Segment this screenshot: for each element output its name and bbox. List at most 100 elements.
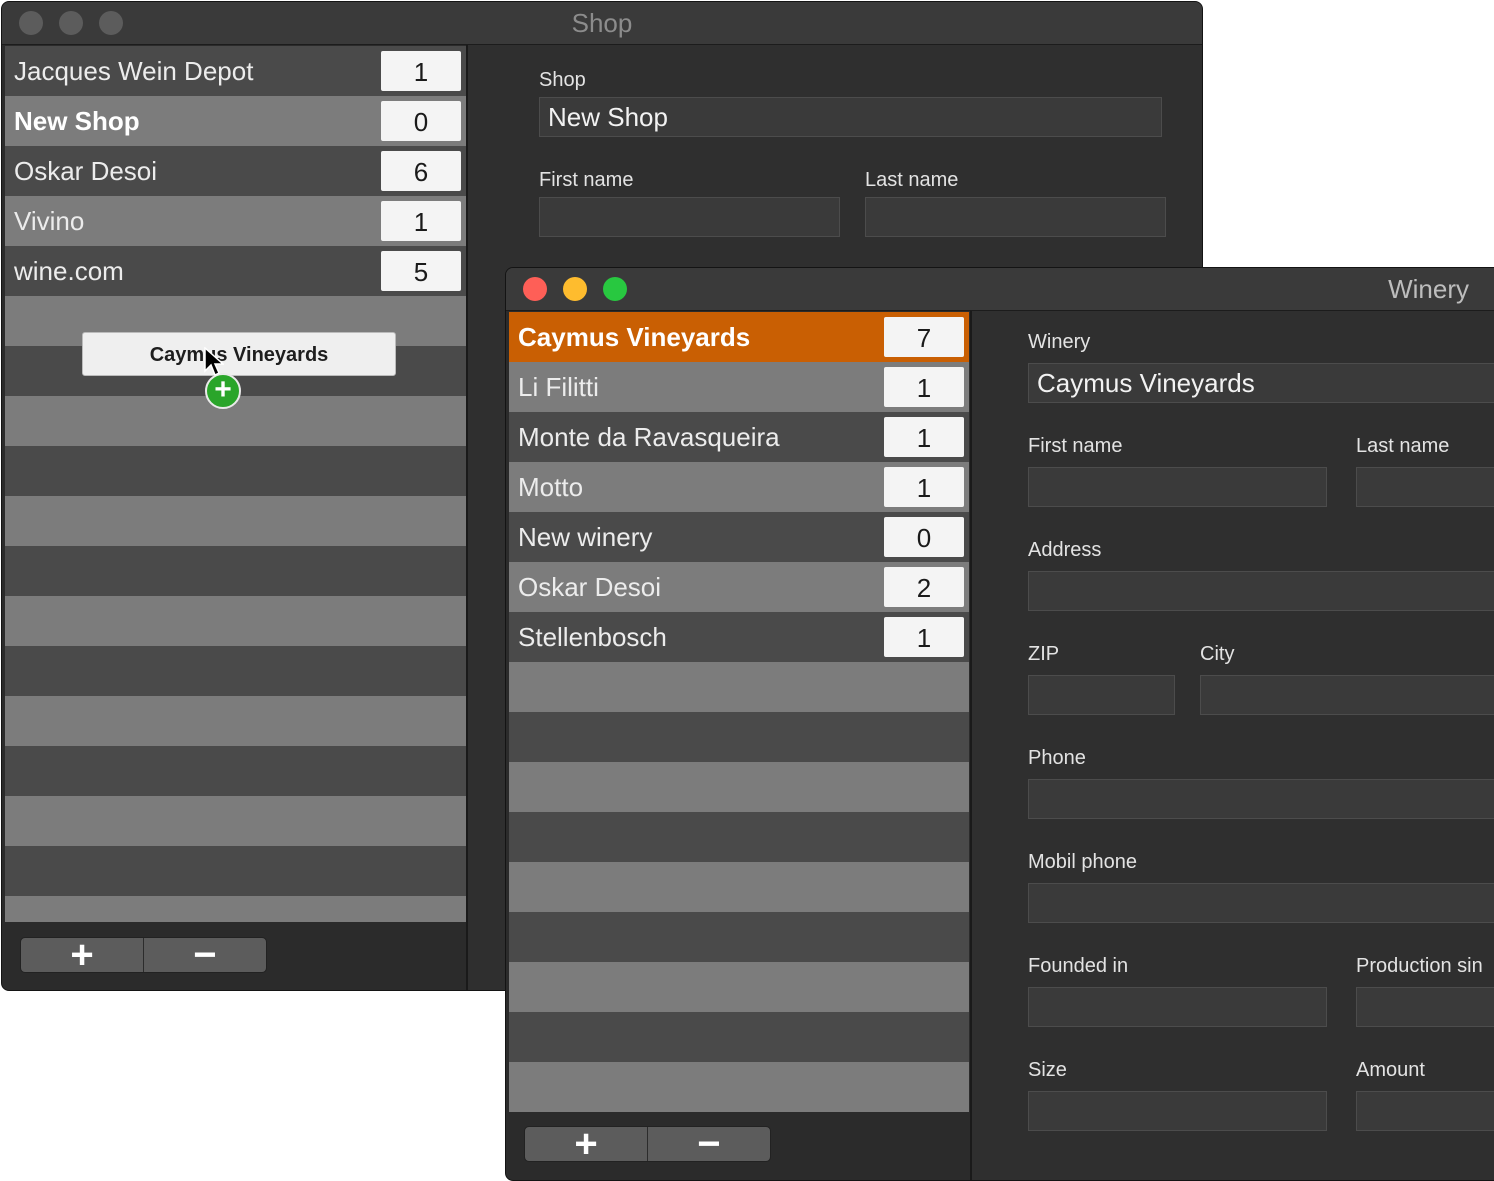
city-field[interactable] — [1200, 675, 1494, 715]
empty-row — [5, 896, 466, 922]
remove-button[interactable]: − — [144, 938, 266, 972]
empty-row — [5, 696, 466, 746]
winery-add-remove-bar: + − — [524, 1126, 771, 1162]
list-item[interactable]: Motto 1 — [509, 462, 969, 512]
empty-row — [5, 746, 466, 796]
winery-titlebar[interactable]: Winery — [506, 268, 1494, 311]
last-name-field[interactable] — [1356, 467, 1494, 507]
zip-field[interactable] — [1028, 675, 1175, 715]
empty-row — [5, 846, 466, 896]
production-since-label: Production sin — [1356, 955, 1483, 977]
count-field[interactable]: 1 — [884, 617, 964, 657]
count-field[interactable]: 6 — [381, 151, 461, 191]
count-field[interactable]: 0 — [884, 517, 964, 557]
list-item[interactable]: New winery 0 — [509, 512, 969, 562]
empty-row — [509, 1062, 969, 1112]
count-field[interactable]: 1 — [884, 467, 964, 507]
empty-row — [5, 646, 466, 696]
mobil-phone-field[interactable] — [1028, 883, 1494, 923]
first-name-label: First name — [1028, 435, 1123, 457]
winery-list[interactable]: Caymus Vineyards 7 Li Filitti 1 Monte da… — [509, 312, 969, 1112]
empty-row — [509, 1012, 969, 1062]
zoom-button[interactable] — [603, 277, 627, 301]
winery-name: Motto — [518, 472, 584, 502]
phone-label: Phone — [1028, 747, 1086, 769]
remove-button[interactable]: − — [648, 1127, 770, 1161]
window-title: Shop — [571, 8, 633, 38]
list-item[interactable]: Li Filitti 1 — [509, 362, 969, 412]
production-since-field[interactable] — [1356, 987, 1494, 1027]
count-field[interactable]: 2 — [884, 567, 964, 607]
winery-window: Winery Caymus Vineyards 7 Li Filitti 1 M… — [505, 267, 1494, 1181]
winery-name: Li Filitti — [518, 372, 599, 402]
list-item[interactable]: Oskar Desoi 6 — [5, 146, 466, 196]
last-name-field[interactable] — [865, 197, 1166, 237]
add-button[interactable]: + — [21, 938, 143, 972]
empty-row — [509, 862, 969, 912]
close-button[interactable] — [523, 277, 547, 301]
empty-row — [5, 496, 466, 546]
amount-label: Amount — [1356, 1059, 1425, 1081]
list-item[interactable]: Vivino 1 — [5, 196, 466, 246]
empty-row — [509, 762, 969, 812]
count-field[interactable]: 0 — [381, 101, 461, 141]
list-item[interactable]: Jacques Wein Depot 1 — [5, 46, 466, 96]
count-field[interactable]: 1 — [381, 201, 461, 241]
list-item-selected[interactable]: Caymus Vineyards 7 — [509, 312, 969, 362]
shop-name: Jacques Wein Depot — [14, 56, 254, 86]
winery-label: Winery — [1028, 331, 1091, 353]
shop-name-field[interactable]: New Shop — [539, 97, 1162, 137]
add-copy-icon: + — [205, 373, 241, 409]
empty-row — [509, 912, 969, 962]
first-name-field[interactable] — [1028, 467, 1327, 507]
pointer-cursor-icon — [204, 347, 224, 377]
founded-in-field[interactable] — [1028, 987, 1327, 1027]
shop-name: Vivino — [14, 206, 85, 236]
shop-titlebar[interactable]: Shop — [2, 2, 1202, 45]
zip-label: ZIP — [1028, 643, 1060, 665]
founded-in-label: Founded in — [1028, 955, 1129, 977]
count-field[interactable]: 1 — [884, 417, 964, 457]
minimize-button[interactable] — [563, 277, 587, 301]
count-field[interactable]: 7 — [884, 317, 964, 357]
winery-name: New winery — [518, 522, 653, 552]
winery-detail-pane: Winery Caymus Vineyards First name Last … — [972, 311, 1494, 1180]
last-name-label: Last name — [865, 169, 959, 191]
empty-row — [509, 712, 969, 762]
winery-name-field[interactable]: Caymus Vineyards — [1028, 363, 1494, 403]
city-label: City — [1200, 643, 1235, 665]
empty-row — [5, 596, 466, 646]
empty-row — [509, 962, 969, 1012]
shop-list[interactable]: Jacques Wein Depot 1 New Shop 0 Oskar De… — [5, 46, 466, 922]
size-label: Size — [1028, 1059, 1067, 1081]
mobil-phone-label: Mobil phone — [1028, 851, 1137, 873]
first-name-label: First name — [539, 169, 634, 191]
shop-name: wine.com — [14, 256, 124, 286]
amount-field[interactable] — [1356, 1091, 1494, 1131]
add-button[interactable]: + — [525, 1127, 647, 1161]
shop-name: New Shop — [14, 106, 140, 136]
list-item[interactable]: New Shop 0 — [5, 96, 466, 146]
winery-name: Monte da Ravasqueira — [518, 422, 780, 452]
window-title: Winery — [1388, 274, 1469, 304]
list-item[interactable]: Monte da Ravasqueira 1 — [509, 412, 969, 462]
shop-add-remove-bar: + − — [20, 937, 267, 973]
empty-row — [509, 662, 969, 712]
winery-name: Stellenbosch — [518, 622, 667, 652]
count-field[interactable]: 1 — [884, 367, 964, 407]
first-name-field[interactable] — [539, 197, 840, 237]
empty-row — [5, 796, 466, 846]
count-field[interactable]: 5 — [381, 251, 461, 291]
drag-ghost: Caymus Vineyards — [82, 332, 396, 376]
winery-name: Oskar Desoi — [518, 572, 662, 602]
list-item[interactable]: Oskar Desoi 2 — [509, 562, 969, 612]
list-item[interactable]: wine.com 5 — [5, 246, 466, 296]
count-field[interactable]: 1 — [381, 51, 461, 91]
address-field[interactable] — [1028, 571, 1494, 611]
phone-field[interactable] — [1028, 779, 1494, 819]
shop-label: Shop — [539, 69, 586, 91]
size-field[interactable] — [1028, 1091, 1327, 1131]
empty-row — [5, 546, 466, 596]
address-label: Address — [1028, 539, 1102, 561]
list-item[interactable]: Stellenbosch 1 — [509, 612, 969, 662]
